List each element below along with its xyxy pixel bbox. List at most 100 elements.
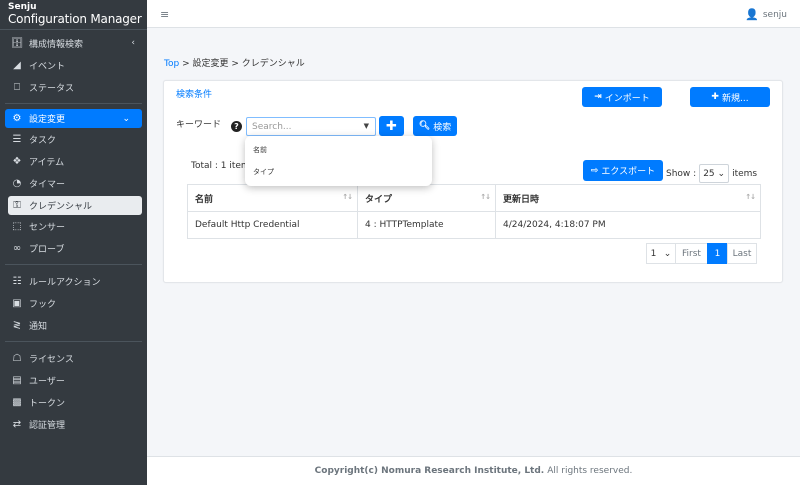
search-input[interactable]: Search... ▼ xyxy=(246,117,376,136)
search-icon: 🔍︎ xyxy=(418,121,431,131)
new-label: 新規... xyxy=(721,93,749,104)
table-header-row: 名前 ↑↓ タイプ ↑↓ 更新日時 ↑↓ xyxy=(187,184,761,212)
app-logo[interactable]: Senju Configuration Manager xyxy=(0,0,147,30)
import-button[interactable]: ⇥ インポート xyxy=(582,87,662,107)
sidebar-item-label: 設定変更 xyxy=(29,115,66,125)
status-icon: ⎕ xyxy=(14,81,20,93)
terminal-icon: ▣ xyxy=(12,297,22,309)
sidebar-item-config-search[interactable]: 🗄 構成情報検索 ‹ xyxy=(0,32,147,54)
search-button[interactable]: 🔍︎ 検索 xyxy=(413,116,457,136)
sidebar-item-item[interactable]: ❖ アイテム xyxy=(0,150,147,172)
help-icon[interactable]: ? xyxy=(231,121,242,132)
lock-icon: ☖ xyxy=(12,352,22,364)
sidebar-item-label: タイマー xyxy=(29,179,66,190)
search-button-label: 検索 xyxy=(433,122,452,133)
sort-desc-icon: ↑↓ xyxy=(745,193,756,201)
sidebar-item-notification[interactable]: ≷ 通知 xyxy=(0,314,147,336)
sidebar-item-sensor[interactable]: ⬚ センサー xyxy=(0,215,147,237)
keyword-label: キーワード xyxy=(176,120,222,130)
sort-icon: ↑↓ xyxy=(480,193,491,201)
export-button[interactable]: ⇨ エクスポート xyxy=(583,160,663,181)
sidebar-item-hook[interactable]: ▣ フック xyxy=(0,292,147,314)
probe-icon: ∞ xyxy=(12,242,22,254)
total-count: Total : 1 item xyxy=(191,161,250,171)
exchange-icon: ⇄ xyxy=(12,418,22,430)
sidebar-item-label: ステータス xyxy=(29,83,75,94)
export-icon: ⇨ xyxy=(590,165,599,176)
sidebar-item-status[interactable]: ⎕ ステータス xyxy=(0,76,147,98)
logo-bottom-text: Configuration Manager xyxy=(8,12,142,26)
key-icon: ⚿ xyxy=(13,200,21,211)
first-page-button[interactable]: First xyxy=(675,243,708,264)
rule-icon: ☷ xyxy=(12,275,22,287)
sidebar-divider xyxy=(5,341,142,342)
sidebar-item-probe[interactable]: ∞ プローブ xyxy=(0,237,147,259)
add-condition-button[interactable]: ✚ xyxy=(379,116,404,136)
sidebar-divider xyxy=(5,103,142,104)
sidebar-item-token[interactable]: ▩ トークン xyxy=(0,391,147,413)
sidebar-item-auth[interactable]: ⇄ 認証管理 xyxy=(0,413,147,435)
sidebar-item-label: イベント xyxy=(29,61,66,72)
top-bar: ≡ 👤 senju xyxy=(147,0,800,28)
sidebar-item-timer[interactable]: ◔ タイマー xyxy=(0,172,147,194)
breadcrumb-level2: > クレデンシャル xyxy=(231,59,305,69)
user-icon: 👤 xyxy=(745,8,759,21)
sidebar-item-user[interactable]: ▤ ユーザー xyxy=(0,369,147,391)
sort-icon: ↑↓ xyxy=(342,193,353,201)
table-row[interactable]: Default Http Credential 4 : HTTPTemplate… xyxy=(187,211,761,239)
sidebar-item-label: ライセンス xyxy=(29,354,74,365)
column-header-label: 名前 xyxy=(195,194,214,205)
page-select-value: 1 xyxy=(650,248,657,259)
sidebar-item-event[interactable]: ◢ イベント xyxy=(0,54,147,76)
sidebar-item-label: 構成情報検索 xyxy=(29,39,84,50)
column-header-type[interactable]: タイプ ↑↓ xyxy=(357,184,496,212)
sensor-icon: ⬚ xyxy=(12,220,22,232)
column-header-label: 更新日時 xyxy=(503,194,540,205)
plus-icon: ✚ xyxy=(711,92,719,102)
sidebar-item-settings-change[interactable]: ⚙ 設定変更 ⌄ xyxy=(5,109,142,128)
new-button[interactable]: ✚ 新規... xyxy=(690,87,770,107)
sidebar-item-task[interactable]: ☰ タスク xyxy=(0,128,147,150)
sidebar-item-credential[interactable]: ⚿ クレデンシャル xyxy=(8,196,142,215)
import-label: インポート xyxy=(604,93,650,104)
plus-icon: ✚ xyxy=(386,118,397,134)
current-page-button[interactable]: 1 xyxy=(707,243,728,264)
chevron-down-icon: ⌄ xyxy=(717,168,726,179)
settings-icon: ⚙ xyxy=(12,113,22,124)
token-icon: ▩ xyxy=(12,396,22,408)
footer-rights: All rights reserved. xyxy=(547,466,633,476)
sidebar-item-label: フック xyxy=(29,299,57,310)
pagination: 1 ⌄ First 1 Last xyxy=(646,243,757,264)
cell-type: 4 : HTTPTemplate xyxy=(357,211,496,239)
cell-updated: 4/24/2024, 4:18:07 PM xyxy=(495,211,761,239)
sidebar-item-label: 認証管理 xyxy=(29,420,66,431)
show-label: Show : xyxy=(666,168,697,179)
caret-down-icon: ▼ xyxy=(363,122,369,130)
sidebar-item-label: クレデンシャル xyxy=(29,202,93,212)
breadcrumb: Top > 設定変更 > クレデンシャル xyxy=(164,56,305,69)
dropdown-option-type[interactable]: タイプ xyxy=(253,167,274,177)
user-icon: ▤ xyxy=(12,374,22,386)
dropdown-option-name[interactable]: 名前 xyxy=(253,145,267,155)
column-header-name[interactable]: 名前 ↑↓ xyxy=(187,184,358,212)
share-icon: ≷ xyxy=(12,319,22,331)
search-placeholder: Search... xyxy=(252,121,292,132)
event-icon: ◢ xyxy=(13,59,21,71)
sidebar-item-license[interactable]: ☖ ライセンス xyxy=(0,347,147,369)
cell-name[interactable]: Default Http Credential xyxy=(187,211,358,239)
footer: Copyright(c) Nomura Research Institute, … xyxy=(147,456,800,485)
sidebar-item-label: プローブ xyxy=(29,244,65,255)
hamburger-icon[interactable]: ≡ xyxy=(160,8,169,21)
sidebar-item-rule-action[interactable]: ☷ ルールアクション xyxy=(0,270,147,292)
sidebar-item-label: ルールアクション xyxy=(29,277,101,288)
page-size-select[interactable]: 25 ⌄ xyxy=(699,164,730,183)
sidebar-nav: 🗄 構成情報検索 ‹ ◢ イベント ⎕ ステータス ⚙ 設定変更 ⌄ ☰ タスク… xyxy=(0,30,147,435)
last-page-button[interactable]: Last xyxy=(727,243,757,264)
items-label: items xyxy=(732,168,758,179)
page-select[interactable]: 1 ⌄ xyxy=(646,243,676,264)
logo-top-text: Senju xyxy=(8,2,37,12)
sidebar-item-label: ユーザー xyxy=(29,376,65,387)
column-header-updated[interactable]: 更新日時 ↑↓ xyxy=(495,184,761,212)
breadcrumb-top[interactable]: Top xyxy=(164,59,179,69)
user-menu[interactable]: 👤 senju xyxy=(745,8,787,21)
